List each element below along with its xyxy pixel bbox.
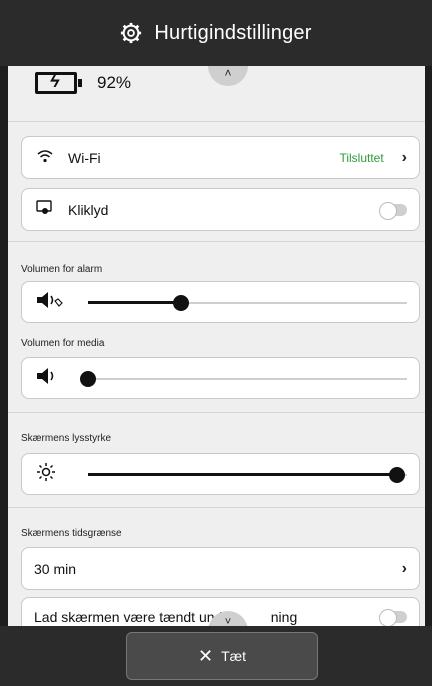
slider-fill xyxy=(88,473,398,476)
touch-icon xyxy=(34,200,56,219)
alarm-volume-slider[interactable] xyxy=(88,295,407,311)
speaker-icon xyxy=(36,291,72,314)
close-label: Tæt xyxy=(221,648,246,664)
media-volume-slider[interactable] xyxy=(80,371,407,387)
brightness-slider-card xyxy=(21,453,420,495)
click-sound-label: Kliklyd xyxy=(68,201,109,218)
divider xyxy=(8,507,425,508)
screen-timeout-label: Skærmens tidsgrænse xyxy=(21,528,122,539)
divider xyxy=(8,241,425,242)
media-volume-label: Volumen for media xyxy=(21,338,105,349)
battery-percent: 92% xyxy=(97,73,132,92)
header-bar: Hurtigindstillinger xyxy=(0,0,432,66)
slider-thumb[interactable] xyxy=(80,371,96,387)
screen-timeout-value: 30 min xyxy=(34,560,77,577)
screen-timeout-row[interactable]: 30 min › xyxy=(21,547,420,590)
collapse-button[interactable]: ˄ xyxy=(208,66,248,86)
divider xyxy=(8,121,425,122)
close-button[interactable]: ✕ Tæt xyxy=(126,632,318,680)
settings-panel: ˄ ϟ 92% Wi-Fi Tilsluttet › Kliklyd Volum… xyxy=(8,66,425,626)
chevron-right-icon: › xyxy=(401,148,407,166)
media-volume-slider-card xyxy=(21,357,420,399)
click-sound-toggle[interactable] xyxy=(379,201,407,220)
speaker-icon xyxy=(36,367,72,390)
battery-charging-icon: ϟ xyxy=(35,71,82,94)
battery-status: ϟ 92% xyxy=(35,71,132,94)
alarm-volume-label: Volumen for alarm xyxy=(21,264,103,275)
keep-screen-on-label: Lad skærmen være tændt under ning xyxy=(34,609,298,625)
slider-thumb[interactable] xyxy=(172,295,189,311)
wifi-label: Wi-Fi xyxy=(68,149,101,166)
keep-screen-on-toggle[interactable] xyxy=(379,609,407,626)
gear-icon xyxy=(121,22,142,44)
page-title: Hurtigindstillinger xyxy=(154,21,312,44)
wifi-row[interactable]: Wi-Fi Tilsluttet › xyxy=(21,136,420,179)
alarm-volume-slider-card xyxy=(21,281,420,323)
wifi-icon xyxy=(34,149,56,166)
slider-thumb[interactable] xyxy=(389,467,406,483)
slider-fill xyxy=(88,301,181,304)
chevron-up-icon: ˄ xyxy=(224,66,232,80)
chevron-down-icon: ˅ xyxy=(224,616,232,626)
chevron-right-icon: › xyxy=(401,559,407,577)
brightness-icon xyxy=(36,462,72,487)
close-icon: ✕ xyxy=(198,645,214,666)
brightness-slider[interactable] xyxy=(88,467,407,483)
divider xyxy=(8,412,425,413)
brightness-label: Skærmens lysstyrke xyxy=(21,433,112,444)
click-sound-row[interactable]: Kliklyd xyxy=(21,188,420,231)
wifi-status: Tilsluttet xyxy=(339,150,384,165)
footer-bar: ✕ Tæt xyxy=(0,626,432,686)
